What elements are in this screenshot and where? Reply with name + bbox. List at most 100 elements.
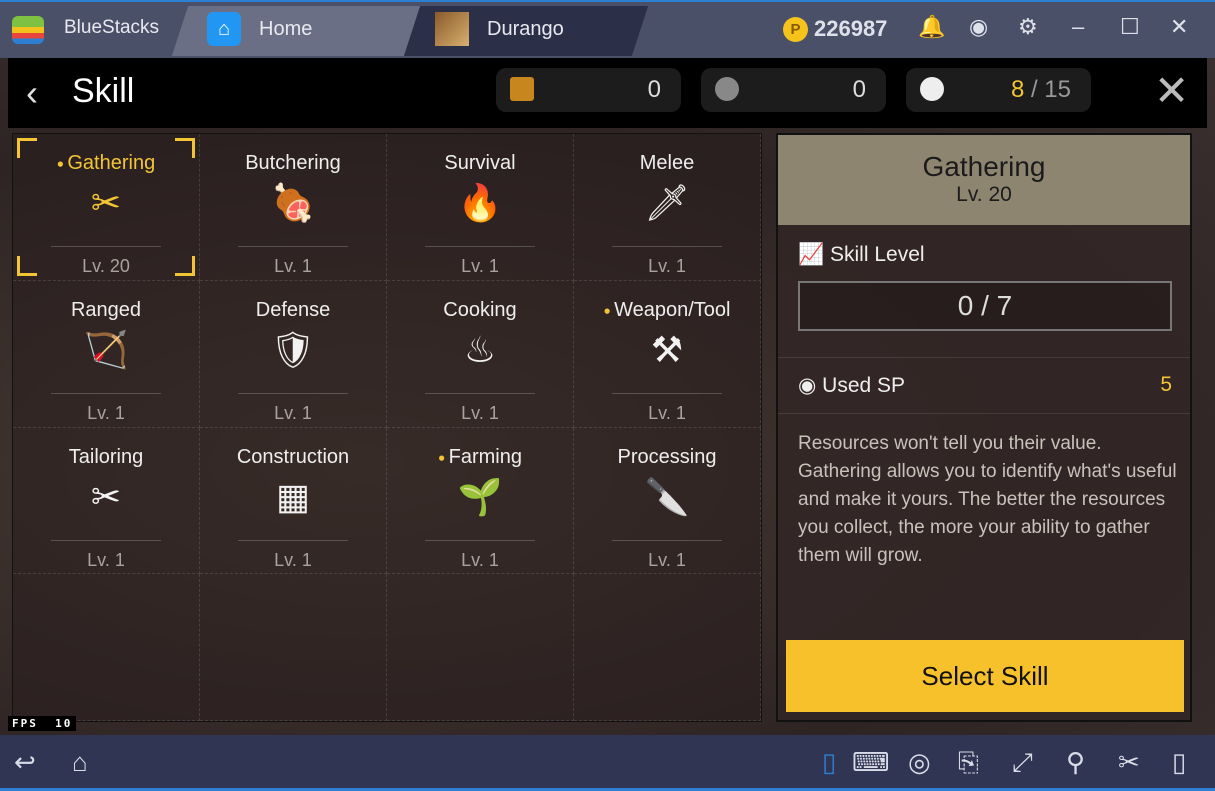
scroll-icon <box>510 77 534 101</box>
skill-description: Resources won't tell you their value. Ga… <box>798 433 1177 566</box>
skill-icon: 🔪 <box>644 475 690 517</box>
divider <box>51 246 161 247</box>
used-sp-value: 5 <box>1160 373 1172 396</box>
skill-name: ● Weapon/Tool <box>603 298 731 321</box>
select-skill-button[interactable]: Select Skill <box>786 640 1184 712</box>
skill-cell-defense[interactable]: Defense 🛡 Lv. 1 <box>200 280 387 428</box>
skill-icon: ✂ <box>90 475 122 517</box>
tab-home-content[interactable]: ⌂ Home <box>207 12 312 46</box>
skill-icon: ⚒ <box>650 328 684 370</box>
close-window-icon[interactable]: ✕ <box>1170 14 1188 40</box>
skill-cell-melee[interactable]: Melee 🗡 Lv. 1 <box>574 134 761 281</box>
detail-level: Lv. 20 <box>956 183 1012 206</box>
empty-cell <box>387 574 574 721</box>
bluestacks-logo-icon <box>12 16 44 44</box>
eye-icon[interactable]: ◎ <box>908 747 931 778</box>
scissors-icon[interactable]: ✂ <box>1118 747 1140 778</box>
rotate-icon[interactable]: ⎘ <box>958 747 979 779</box>
skill-cell-processing[interactable]: Processing 🔪 Lv. 1 <box>574 427 761 575</box>
fps-counter: FPS 10 <box>8 716 77 731</box>
skill-level: Lv. 1 <box>461 402 499 423</box>
skill-level: Lv. 1 <box>648 402 686 423</box>
divider <box>51 392 161 394</box>
skill-level-label: Skill Level <box>830 243 925 266</box>
used-sp-label: Used SP <box>822 374 906 397</box>
new-dot: ● <box>438 450 449 465</box>
skill-name: Cooking <box>443 298 517 321</box>
currency-1-value: 0 <box>647 76 661 103</box>
skill-cell-construction[interactable]: Construction ▦ Lv. 1 <box>200 427 387 575</box>
skill-cell-farming[interactable]: ● Farming 🌱 Lv. 1 <box>387 427 574 575</box>
selection-corner <box>17 138 37 158</box>
coin-icon: P <box>783 17 808 42</box>
fps-value: 10 <box>55 717 73 730</box>
divider <box>612 246 722 247</box>
skill-name: Defense <box>255 298 331 321</box>
skill-cell-ranged[interactable]: Ranged 🏹 Lv. 1 <box>13 280 200 428</box>
skill-name: ● Farming <box>438 445 522 468</box>
empty-cell <box>200 574 387 721</box>
skill-cell-butchering[interactable]: Butchering 🍖 Lv. 1 <box>200 134 387 281</box>
skill-icon: ▦ <box>275 475 310 517</box>
detail-title: Gathering <box>922 151 1046 182</box>
close-icon[interactable]: ✕ <box>1154 66 1189 115</box>
skill-icon: 🍖 <box>270 182 316 223</box>
skill-cell-gathering[interactable]: ● Gathering ✂ Lv. 20 <box>13 134 200 281</box>
divider <box>425 392 535 394</box>
window-titlebar: BlueStacks ⌂ Home Durango P 226987 🔔 ◉ ⚙ … <box>0 0 1215 58</box>
skill-detail-panel: Gathering Lv. 20 📈 Skill Level 0 / 7 ◉ U… <box>776 133 1192 722</box>
empty-cell <box>574 574 761 721</box>
bell-icon[interactable]: 🔔 <box>918 14 945 40</box>
skill-level: Lv. 1 <box>274 402 312 423</box>
divider <box>51 539 161 541</box>
skill-name: Construction <box>236 445 350 468</box>
skill-level: Lv. 20 <box>82 256 130 276</box>
new-dot: ● <box>603 303 615 318</box>
new-dot: ● <box>56 156 68 171</box>
skill-cell-weapon-tool[interactable]: ● Weapon/Tool ⚒ Lv. 1 <box>574 280 761 428</box>
skill-cell-cooking[interactable]: Cooking ♨ Lv. 1 <box>387 280 574 428</box>
sp-icon <box>920 77 944 101</box>
skill-grid: ● Gathering ✂ Lv. 20 Butchering 🍖 Lv. 1 Su… <box>12 133 762 722</box>
skill-icon: 🔥 <box>457 182 503 223</box>
divider <box>425 246 535 247</box>
coin-count: 226987 <box>814 16 888 41</box>
location-icon[interactable]: ⚲ <box>1066 747 1085 778</box>
android-back-icon[interactable]: ↩ <box>14 747 36 778</box>
sp-icon: ◉ <box>798 374 817 397</box>
maximize-icon[interactable]: ☐ <box>1120 14 1140 40</box>
currency-1: 0 <box>496 68 681 112</box>
durango-app-icon <box>435 12 469 46</box>
divider <box>612 392 722 394</box>
tab-durango-label: Durango <box>487 17 564 40</box>
skill-level: Lv. 1 <box>461 256 499 276</box>
gear-icon[interactable]: ⚙ <box>1018 14 1038 40</box>
divider <box>425 539 535 541</box>
skill-level: Lv. 1 <box>648 549 686 570</box>
minimize-icon[interactable]: – <box>1072 14 1084 40</box>
fullscreen-icon[interactable]: ⤢ <box>1012 747 1033 779</box>
skill-level: Lv. 1 <box>648 256 686 276</box>
skill-level: Lv. 1 <box>87 402 125 423</box>
phone-mode-icon[interactable]: ▯ <box>822 747 836 778</box>
divider <box>238 392 348 394</box>
android-home-icon[interactable]: ⌂ <box>72 747 88 778</box>
skill-level: Lv. 1 <box>274 256 312 276</box>
skill-cell-survival[interactable]: Survival 🔥 Lv. 1 <box>387 134 574 281</box>
selection-corner <box>17 255 37 276</box>
skill-icon: 🌱 <box>457 475 503 517</box>
skill-level: Lv. 1 <box>274 549 312 570</box>
tab-durango-content[interactable]: Durango <box>435 12 564 46</box>
back-arrow-icon[interactable]: ‹ <box>26 72 38 114</box>
shake-phone-icon[interactable]: ▯ <box>1172 747 1186 778</box>
keyboard-icon[interactable]: ⌨ <box>852 747 890 778</box>
fps-label: FPS <box>12 717 38 730</box>
skill-cell-tailoring[interactable]: Tailoring ✂ Lv. 1 <box>13 427 200 575</box>
sp-used: 8 <box>1010 76 1025 103</box>
skill-name: Melee <box>639 152 695 174</box>
skill-icon: 🗡 <box>644 182 690 223</box>
skill-name: ● Gathering <box>56 152 156 174</box>
app-brand: BlueStacks <box>64 17 160 38</box>
tab-home-label: Home <box>259 17 313 40</box>
account-icon[interactable]: ◉ <box>969 14 988 40</box>
